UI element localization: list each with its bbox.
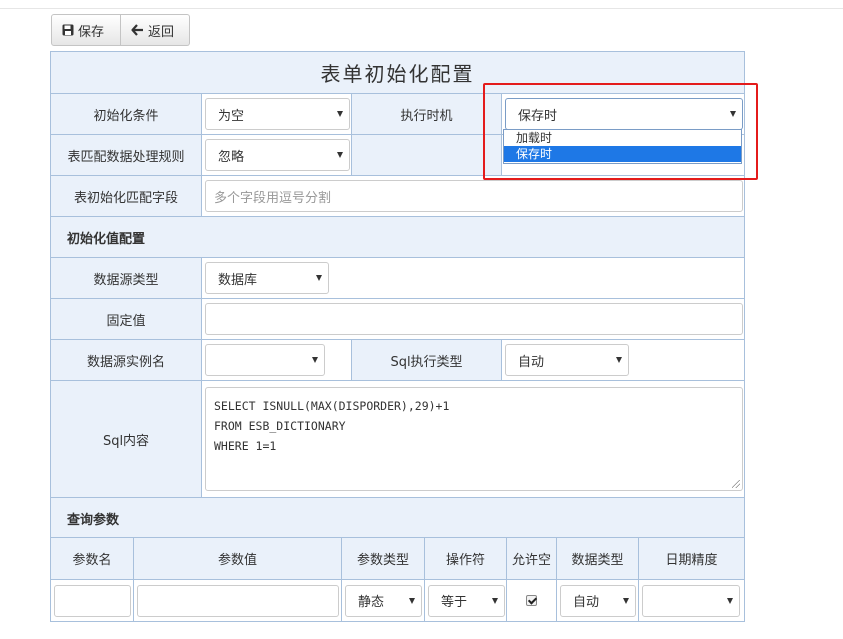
sql-line: FROM ESB_DICTIONARY [214,419,346,433]
chevron-down-icon [727,597,733,604]
datasource-type-value: 数据库 [218,272,258,288]
date-precision-select[interactable] [642,584,740,617]
column-header: 参数值 [133,537,342,580]
back-button-label: 返回 [148,24,175,40]
datasource-instance-label: 数据源实例名 [50,339,202,381]
sql-exec-type-label: Sql执行类型 [351,339,502,381]
init-condition-value: 为空 [218,108,245,124]
config-form: 表单初始化配置 初始化条件 为空 执行时机 保存时 表匹配数据处理规则 忽略 表… [50,51,745,539]
column-header: 操作符 [424,537,507,580]
init-condition-label: 初始化条件 [50,93,202,135]
param-type-select[interactable]: 静态 [345,584,422,617]
datasource-instance-select[interactable] [205,344,325,376]
chevron-down-icon [492,597,498,604]
column-header: 允许空 [506,537,557,580]
match-rule-select[interactable]: 忽略 [205,139,350,171]
back-button[interactable]: 返回 [121,14,190,46]
data-type-value: 自动 [573,595,600,610]
empty-label-cell [351,134,502,176]
table-row: 静态 等于 自动 [50,579,745,622]
match-rule-label: 表匹配数据处理规则 [50,134,202,176]
resize-grip-icon[interactable] [732,480,740,488]
match-rule-value: 忽略 [218,149,245,165]
column-header: 日期精度 [638,537,745,580]
allow-null-checkbox[interactable] [526,595,537,606]
save-button-label: 保存 [78,24,105,40]
chevron-down-icon [337,152,343,158]
chevron-down-icon [316,275,322,281]
query-params-table: 参数名 参数值 参数类型 操作符 允许空 数据类型 日期精度 静态 等于 自动 [50,537,745,622]
exec-timing-select[interactable]: 保存时 [505,98,743,130]
toolbar: 保存 返回 [51,14,190,46]
chevron-down-icon [623,597,629,604]
sql-line: WHERE 1=1 [214,439,277,453]
fixed-value-input[interactable] [205,303,743,335]
sql-content-label: Sql内容 [50,380,202,498]
match-field-input[interactable]: 多个字段用逗号分割 [205,180,743,212]
save-button[interactable]: 保存 [51,14,121,46]
match-field-label: 表初始化匹配字段 [50,175,202,217]
match-field-placeholder: 多个字段用逗号分割 [214,190,332,206]
arrow-left-icon [131,24,144,36]
floppy-disk-icon [62,24,74,36]
param-type-value: 静态 [358,595,385,610]
operator-value: 等于 [441,595,468,610]
sql-exec-type-select[interactable]: 自动 [505,344,629,376]
chevron-down-icon [409,597,415,604]
exec-timing-value: 保存时 [518,108,558,124]
param-value-input[interactable] [137,584,339,617]
column-header: 参数类型 [341,537,425,580]
datasource-type-label: 数据源类型 [50,257,202,299]
chevron-down-icon [616,357,622,363]
exec-timing-label: 执行时机 [351,93,502,135]
dropdown-option-save[interactable]: 保存时 [504,146,741,162]
datasource-type-select[interactable]: 数据库 [205,262,329,294]
sql-exec-type-value: 自动 [518,354,545,370]
query-params-section-title: 查询参数 [50,497,745,539]
param-name-input[interactable] [54,584,131,617]
sql-content-textarea[interactable]: SELECT ISNULL(MAX(DISPORDER),29)+1 FROM … [205,387,743,491]
exec-timing-dropdown-list: 加载时 保存时 [503,129,742,164]
data-type-select[interactable]: 自动 [560,584,636,617]
top-divider [0,8,843,9]
init-condition-select[interactable]: 为空 [205,98,350,130]
chevron-down-icon [730,111,736,117]
sql-line: SELECT ISNULL(MAX(DISPORDER),29)+1 [214,399,450,413]
column-header: 参数名 [50,537,134,580]
column-header: 数据类型 [556,537,639,580]
init-value-section-title: 初始化值配置 [50,216,745,258]
operator-select[interactable]: 等于 [428,584,505,617]
chevron-down-icon [337,111,343,117]
chevron-down-icon [312,357,318,363]
fixed-value-label: 固定值 [50,298,202,340]
dropdown-option-load[interactable]: 加载时 [504,130,741,146]
form-title: 表单初始化配置 [50,51,745,94]
